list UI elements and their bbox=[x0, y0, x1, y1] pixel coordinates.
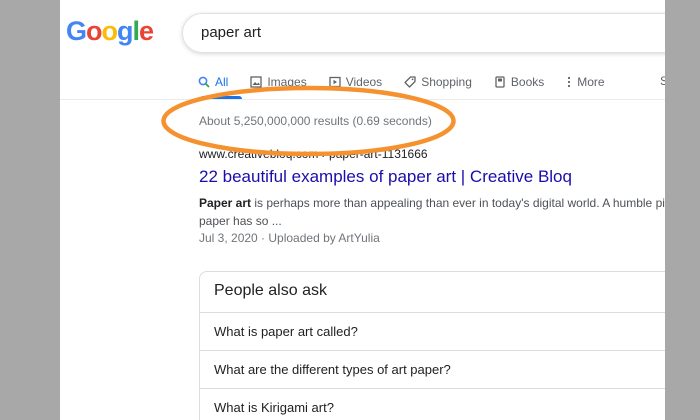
tab-label: Books bbox=[510, 75, 545, 89]
search-input[interactable] bbox=[201, 24, 641, 41]
paa-question[interactable]: What is paper art called? bbox=[200, 312, 665, 350]
tab-more[interactable]: More bbox=[566, 72, 605, 92]
highlight-ellipse bbox=[161, 85, 456, 157]
logo-letter: G bbox=[66, 16, 87, 46]
tab-books[interactable]: Books bbox=[494, 72, 544, 92]
more-vert-icon bbox=[568, 76, 571, 88]
search-box[interactable] bbox=[182, 13, 665, 53]
logo-letter: g bbox=[117, 16, 133, 46]
snippet-line-1: Paper art is perhaps more than appealing… bbox=[199, 194, 665, 212]
logo-letter: o bbox=[86, 16, 102, 46]
search-results-page: Google All Images Videos Shopping Books … bbox=[60, 0, 665, 420]
paa-question[interactable]: What are the different types of art pape… bbox=[200, 350, 665, 388]
snippet-bold: Paper art bbox=[199, 196, 252, 210]
logo-letter: o bbox=[101, 16, 118, 46]
paa-question-text: What is paper art called? bbox=[214, 324, 358, 339]
result-meta: Jul 3, 2020 · Uploaded by ArtYulia bbox=[199, 231, 380, 245]
paa-question-text: What is Kirigami art? bbox=[214, 400, 334, 415]
tab-label: More bbox=[577, 75, 605, 89]
paa-question[interactable]: What is Kirigami art? bbox=[200, 388, 665, 420]
snippet-text: is perhaps more than appealing than ever… bbox=[251, 196, 665, 210]
paa-question-text: What are the different types of art pape… bbox=[214, 362, 451, 377]
tab-settings-cut[interactable]: S bbox=[660, 74, 665, 88]
people-also-ask: People also ask What is paper art called… bbox=[199, 271, 665, 420]
paa-title: People also ask bbox=[214, 282, 327, 299]
logo-letter: e bbox=[139, 16, 154, 46]
result-title-link[interactable]: 22 beautiful examples of paper art | Cre… bbox=[199, 167, 572, 187]
google-logo[interactable]: Google bbox=[66, 16, 154, 47]
result-snippet: Paper art is perhaps more than appealing… bbox=[199, 194, 665, 230]
snippet-line-2: paper has so ... bbox=[199, 214, 282, 228]
book-icon bbox=[495, 76, 505, 88]
